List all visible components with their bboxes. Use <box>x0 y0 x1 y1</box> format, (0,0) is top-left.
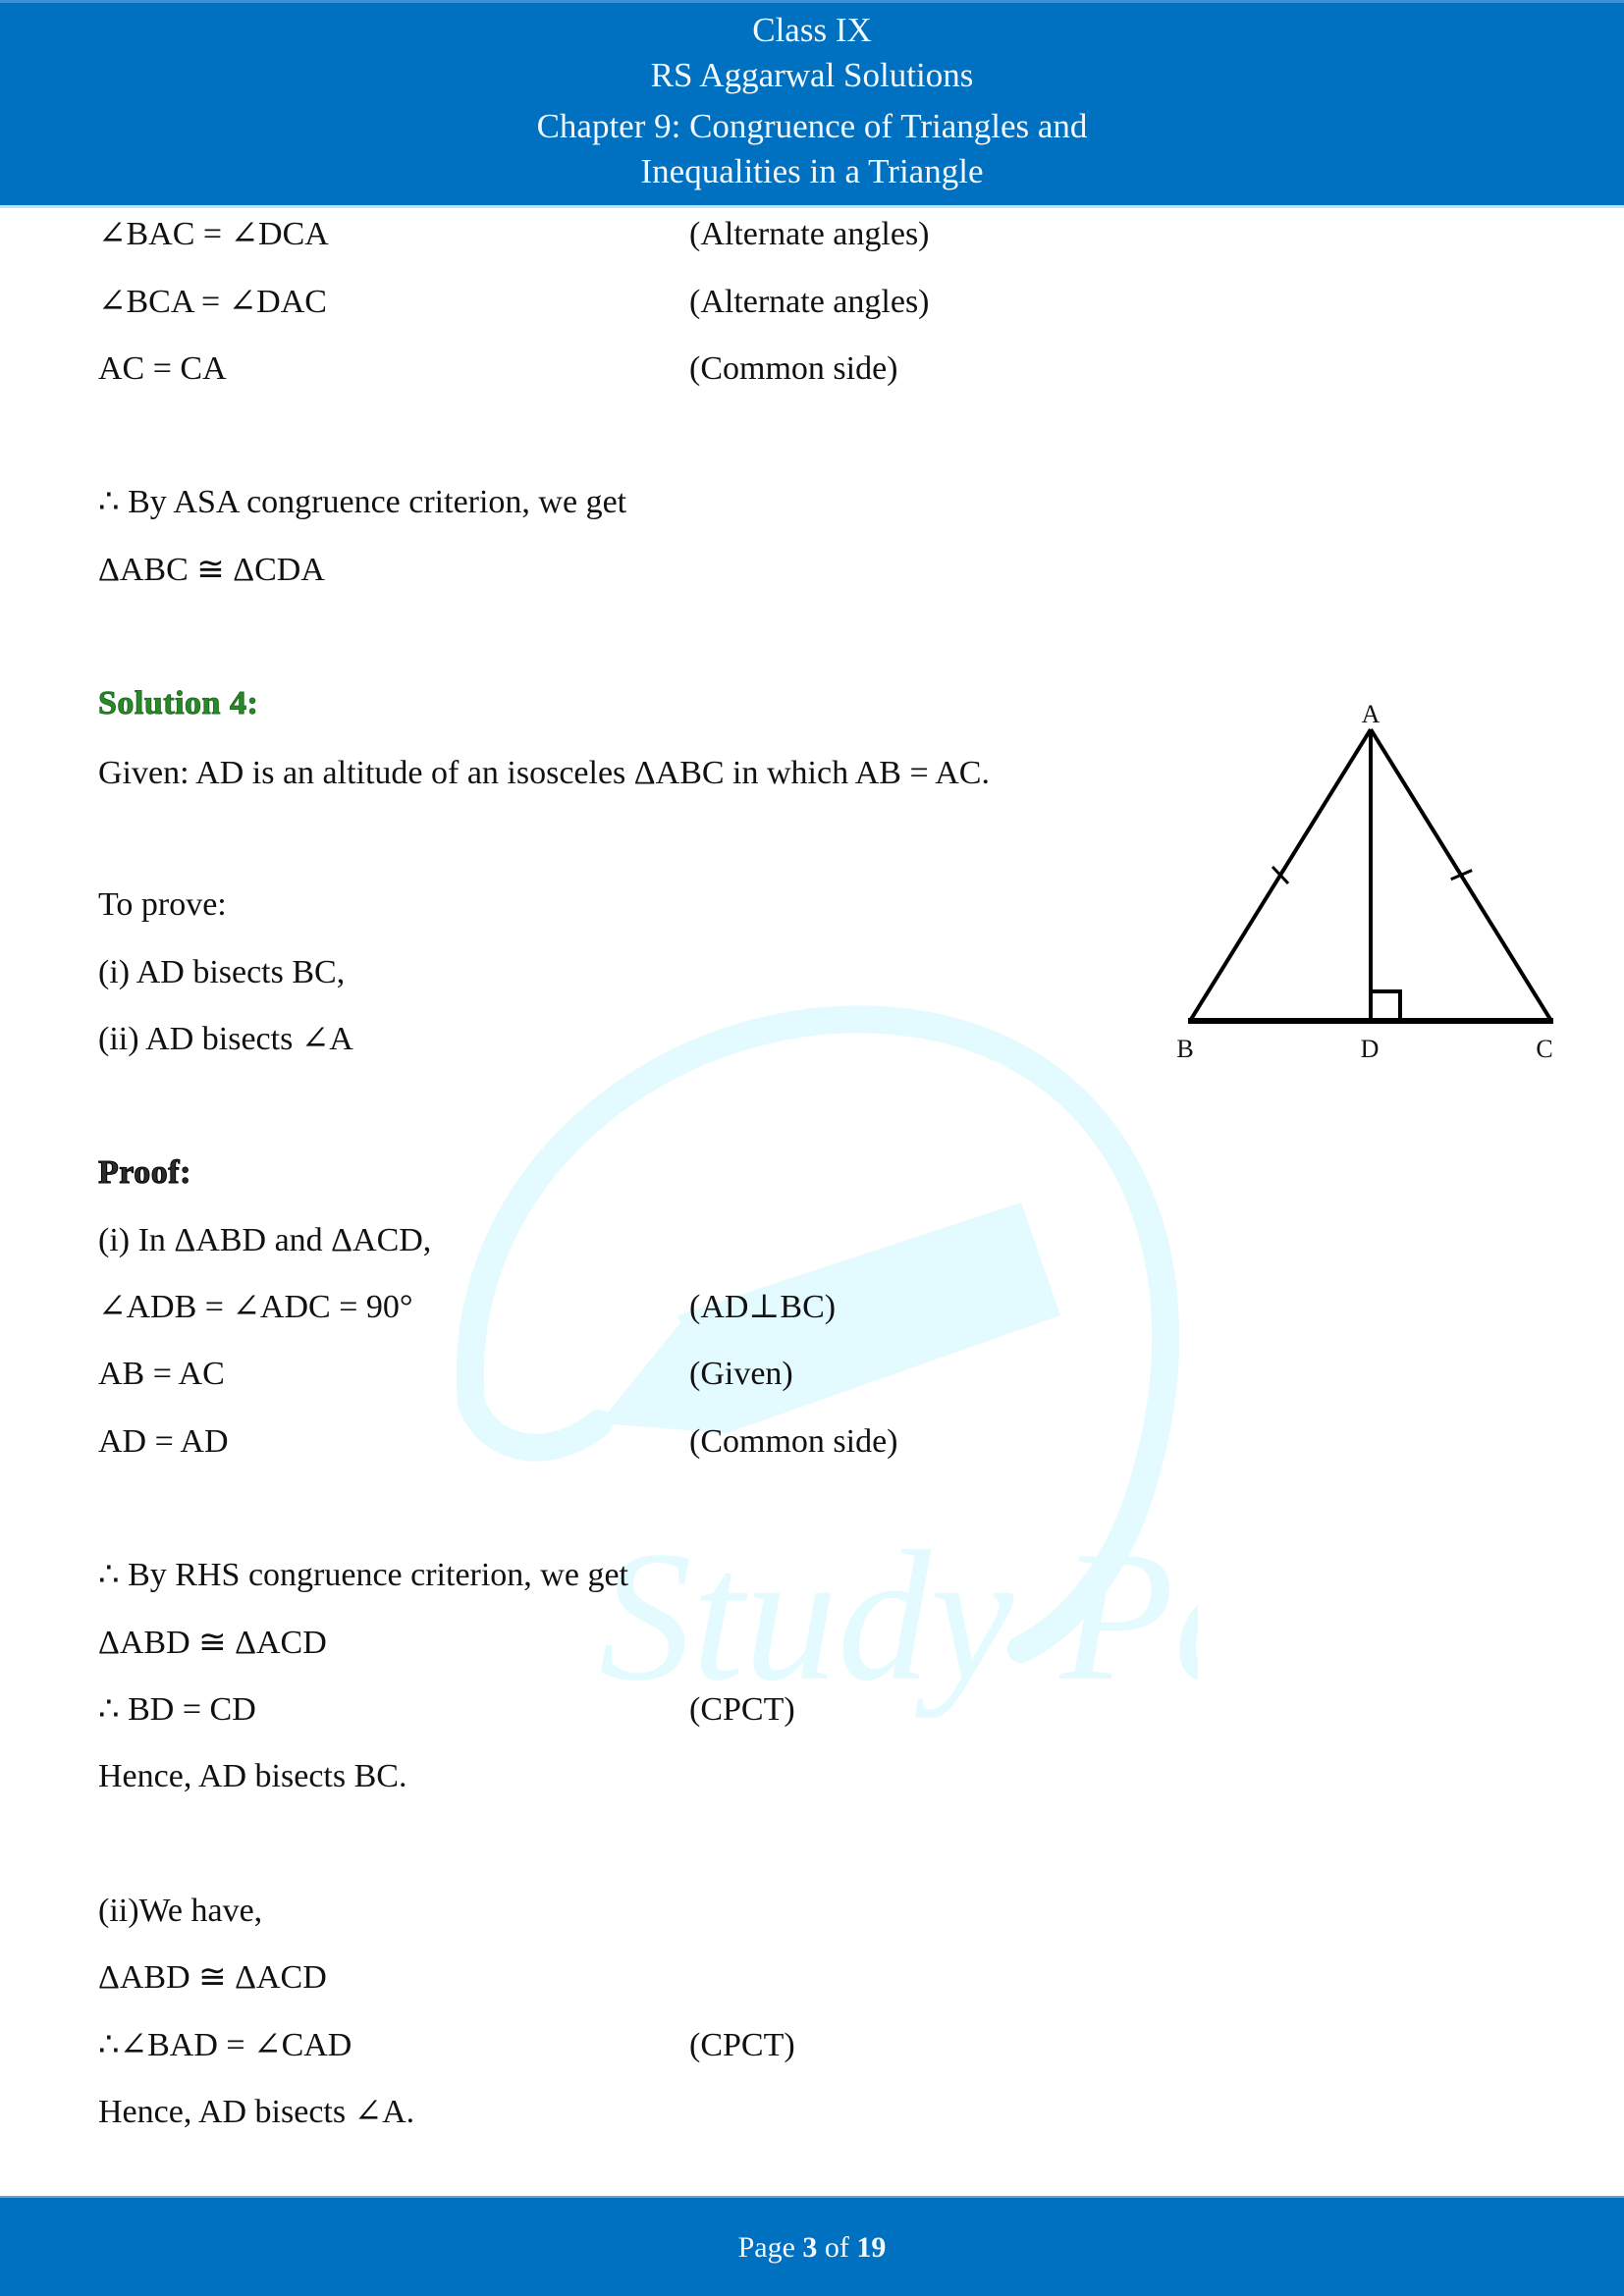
watermark-logo: Study Path <box>456 1005 1198 1718</box>
part1-step-3-statement: AD = AD <box>98 1423 229 1460</box>
prev-result: ΔABC ≅ ΔCDA <box>98 552 325 588</box>
prev-step-2-statement: ∠BCA = ∠DAC <box>98 284 327 320</box>
header-chapter-line1: Chapter 9: Congruence of Triangles and <box>536 107 1088 145</box>
page-prefix: Page <box>737 2231 795 2264</box>
label-a: A <box>1362 700 1380 728</box>
part1-cpct-statement: ∴ BD = CD <box>98 1691 256 1728</box>
given-statement: Given: AD is an altitude of an isosceles… <box>98 755 990 791</box>
header-book-title: RS Aggarwal Solutions <box>650 56 974 94</box>
part1-hence: Hence, AD bisects BC. <box>98 1758 407 1794</box>
to-prove-item-2: (ii) AD bisects ∠A <box>98 1021 353 1057</box>
part1-step-2-statement: AB = AC <box>98 1356 225 1392</box>
page-indicator: Page 3 of 19 <box>0 2230 1624 2266</box>
part2-result: ΔABD ≅ ΔACD <box>98 1959 327 1996</box>
part1-step-2-reason: (Given) <box>689 1356 793 1392</box>
watermark-text: Study Path <box>599 1514 1198 1718</box>
page-footer: Page 3 of 19 <box>0 2196 1624 2296</box>
solution-heading: Solution 4: <box>97 685 259 722</box>
label-c: C <box>1536 1035 1552 1063</box>
to-prove-label: To prove: <box>98 886 227 923</box>
prev-step-1-reason: (Alternate angles) <box>689 216 930 252</box>
prev-step-2-reason: (Alternate angles) <box>689 284 930 320</box>
page-separator: of <box>824 2231 849 2264</box>
pen-logo-icon <box>456 1005 1180 1663</box>
header-divider <box>0 205 1624 208</box>
part1-result: ΔABD ≅ ΔACD <box>98 1625 327 1661</box>
part1-step-3-reason: (Common side) <box>689 1423 898 1460</box>
part2-hence: Hence, AD bisects ∠A. <box>98 2094 415 2130</box>
part1-step-1-reason: (AD⊥BC) <box>689 1289 837 1325</box>
prev-step-3-statement: AC = CA <box>98 350 227 387</box>
to-prove-item-1: (i) AD bisects BC, <box>98 954 346 990</box>
part2-cpct-statement: ∴∠BAD = ∠CAD <box>98 2027 352 2063</box>
page-header: Class IX RS Aggarwal Solutions Chapter 9… <box>0 0 1624 205</box>
header-class: Class IX <box>752 11 872 49</box>
current-page: 3 <box>802 2231 818 2264</box>
part2-cpct-reason: (CPCT) <box>689 2027 795 2063</box>
part2-intro: (ii)We have, <box>98 1893 263 1929</box>
proof-heading: Proof: <box>98 1154 191 1192</box>
header-chapter-line2: Inequalities in a Triangle <box>640 152 984 190</box>
part1-step-1-statement: ∠ADB = ∠ADC = 90° <box>98 1289 413 1325</box>
prev-conclusion: ∴ By ASA congruence criterion, we get <box>98 484 627 520</box>
right-angle-marker <box>1371 989 1402 1021</box>
part1-cpct-reason: (CPCT) <box>689 1691 795 1728</box>
part1-conclusion: ∴ By RHS congruence criterion, we get <box>98 1557 628 1593</box>
prev-step-1-statement: ∠BAC = ∠DCA <box>98 216 329 252</box>
label-d: D <box>1361 1035 1380 1063</box>
label-b: B <box>1176 1035 1193 1063</box>
part1-intro: (i) In ΔABD and ΔACD, <box>98 1222 432 1258</box>
triangle-figure: A B D C <box>1176 700 1553 1063</box>
prev-step-3-reason: (Common side) <box>689 350 898 387</box>
total-pages: 19 <box>856 2231 887 2264</box>
